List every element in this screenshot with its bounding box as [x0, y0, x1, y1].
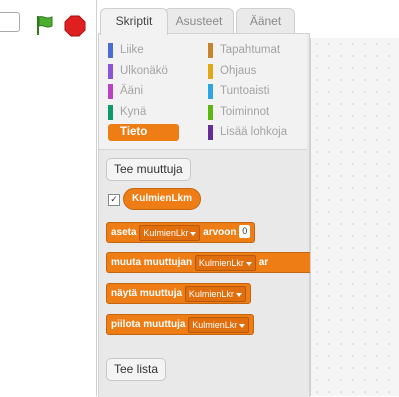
category-color-swatch [208, 43, 213, 58]
dropdown-arrow-icon [190, 231, 197, 236]
dropdown-value: KulmienLkr [198, 258, 244, 268]
category-color-swatch [108, 43, 113, 58]
stage-panel [0, 0, 97, 396]
category-label: Ääni [120, 85, 144, 97]
variable-dropdown[interactable]: KulmienLkr [194, 255, 256, 271]
stage-size-field[interactable] [0, 12, 20, 32]
category-data[interactable]: Tieto [108, 124, 179, 141]
dropdown-arrow-icon [239, 323, 246, 328]
variable-visibility-checkbox[interactable]: ✓ [108, 194, 120, 206]
category-label: Tieto [120, 126, 148, 138]
tab-scripts[interactable]: Skriptit [100, 8, 168, 35]
variable-dropdown[interactable]: KulmienLkr [139, 225, 201, 241]
category-color-swatch [208, 125, 213, 140]
tab-costumes[interactable]: Asusteet [164, 8, 234, 34]
category-label: Lisää lohkoja [220, 126, 288, 138]
category-color-swatch [208, 105, 213, 120]
category-operators[interactable]: Toiminnot [208, 104, 269, 121]
script-area[interactable] [310, 38, 399, 396]
category-color-swatch [208, 84, 213, 99]
tab-sounds[interactable]: Äänet [236, 8, 295, 34]
make-list-button[interactable]: Tee lista [106, 358, 167, 381]
block-text: ar [258, 257, 269, 268]
category-motion[interactable]: Liike [108, 42, 144, 59]
green-flag-icon[interactable] [34, 14, 54, 36]
category-label: Tapahtumat [220, 44, 281, 56]
dropdown-value: KulmienLkr [188, 289, 234, 299]
category-list: Liike Tapahtumat Ulkonäkö Ohjaus Ääni Tu… [99, 34, 307, 150]
category-more-blocks[interactable]: Lisää lohkoja [208, 124, 287, 141]
show-variable-block[interactable]: näytä muuttuja KulmienLkr [106, 283, 251, 304]
make-variable-button[interactable]: Tee muuttuja [106, 158, 191, 181]
category-label: Toiminnot [220, 106, 270, 118]
block-text: aseta [111, 227, 137, 238]
change-variable-block[interactable]: muuta muuttujan KulmienLkr ar [106, 252, 311, 273]
dropdown-arrow-icon [235, 292, 242, 297]
dropdown-value: KulmienLkr [143, 228, 189, 238]
value-input[interactable]: 0 [239, 225, 251, 238]
variable-dropdown[interactable]: KulmienLkr [188, 317, 250, 333]
category-label: Liike [120, 44, 144, 56]
category-sound[interactable]: Ääni [108, 83, 143, 100]
category-label: Kynä [120, 106, 147, 118]
block-palette: Liike Tapahtumat Ulkonäkö Ohjaus Ääni Tu… [98, 33, 311, 397]
dropdown-value: KulmienLkr [192, 320, 238, 330]
block-text: näytä muuttuja [111, 288, 183, 299]
variable-reporter[interactable]: KulmienLkm [123, 188, 202, 210]
category-color-swatch [108, 105, 113, 120]
category-label: Ohjaus [220, 65, 257, 77]
category-color-swatch [208, 64, 213, 79]
category-sensing[interactable]: Tuntoaisti [208, 83, 269, 100]
block-text: piilota muuttuja [111, 319, 186, 330]
category-control[interactable]: Ohjaus [208, 63, 256, 80]
category-pen[interactable]: Kynä [108, 104, 146, 121]
stop-icon[interactable] [64, 15, 86, 37]
variable-dropdown[interactable]: KulmienLkr [184, 286, 246, 302]
category-color-swatch [108, 64, 113, 79]
block-text: arvoon [203, 227, 237, 238]
category-events[interactable]: Tapahtumat [208, 42, 280, 59]
set-variable-block[interactable]: aseta KulmienLkr arvoon 0 [106, 222, 256, 243]
hide-variable-block[interactable]: piilota muuttuja KulmienLkr [106, 314, 255, 335]
dropdown-arrow-icon [245, 261, 252, 266]
category-label: Ulkonäkö [120, 65, 168, 77]
category-color-swatch [108, 84, 113, 99]
block-text: muuta muuttujan [111, 257, 193, 268]
category-label: Tuntoaisti [220, 85, 270, 97]
category-looks[interactable]: Ulkonäkö [108, 63, 168, 80]
